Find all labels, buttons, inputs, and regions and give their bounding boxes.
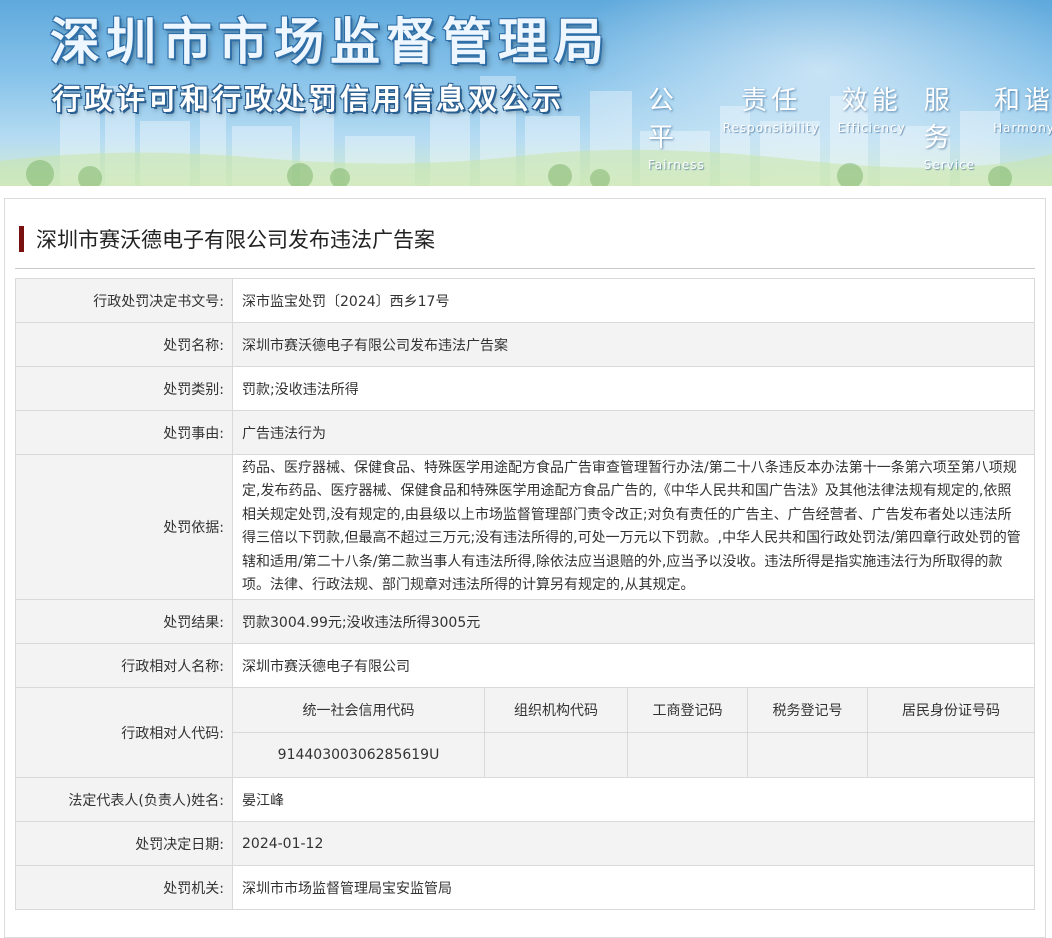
field-label: 处罚事由:	[15, 410, 233, 455]
heading-accent-bar	[19, 226, 24, 252]
banner-slogans: 公平 Fairness 责任 Responsibility 效能 Efficie…	[648, 80, 1052, 172]
divider	[15, 268, 1035, 269]
field-value-basis: 药品、医疗器械、保健食品、特殊医学用途配方食品广告审查管理暂行办法/第二十八条违…	[232, 453, 1035, 601]
table-row: 处罚结果: 罚款3004.99元;没收违法所得3005元	[15, 599, 1035, 645]
field-value: 深圳市赛沃德电子有限公司	[232, 643, 1035, 689]
slogan-item: 责任 Responsibility	[723, 80, 820, 172]
slogan-cn: 公平	[648, 86, 679, 153]
field-value: 深圳市赛沃德电子有限公司发布违法广告案	[232, 322, 1035, 367]
code-value	[484, 732, 628, 778]
table-row: 处罚名称: 深圳市赛沃德电子有限公司发布违法广告案	[15, 322, 1035, 367]
party-code-table: 统一社会信用代码 组织机构代码 工商登记码 税务登记号 居民身份证号码 9144…	[233, 688, 1034, 778]
field-label: 处罚类别:	[15, 366, 233, 411]
code-header-row: 统一社会信用代码 组织机构代码 工商登记码 税务登记号 居民身份证号码	[233, 688, 1034, 734]
field-label: 处罚决定日期:	[15, 821, 233, 867]
slogan-en: Fairness	[648, 158, 705, 172]
slogan-cn: 和谐	[993, 86, 1052, 116]
field-value: 深市监宝处罚〔2024〕西乡17号	[232, 278, 1035, 323]
field-label: 处罚依据:	[15, 453, 233, 601]
code-header: 组织机构代码	[484, 688, 628, 734]
code-value	[747, 732, 868, 778]
slogan-cn: 责任	[741, 86, 802, 116]
slogan-item: 效能 Efficiency	[838, 80, 906, 172]
code-header: 工商登记码	[627, 688, 748, 734]
slogan-item: 和谐 Harmony	[993, 80, 1052, 172]
content-card: 深圳市赛沃德电子有限公司发布违法广告案 行政处罚决定书文号: 深市监宝处罚〔20…	[4, 198, 1046, 938]
field-label: 行政相对人代码:	[15, 687, 233, 779]
slogan-en: Efficiency	[837, 121, 906, 135]
field-value: 晏江峰	[232, 777, 1035, 823]
code-header: 统一社会信用代码	[233, 688, 485, 734]
table-row: 处罚机关: 深圳市市场监督管理局宝安监管局	[15, 865, 1035, 911]
field-value: 罚款3004.99元;没收违法所得3005元	[232, 599, 1035, 645]
slogan-en: Harmony	[993, 121, 1052, 135]
table-row: 处罚依据: 药品、医疗器械、保健食品、特殊医学用途配方食品广告审查管理暂行办法/…	[15, 453, 1035, 601]
slogan-en: Responsibility	[722, 121, 820, 135]
slogan-cn: 服务	[923, 86, 954, 153]
table-row: 行政相对人名称: 深圳市赛沃德电子有限公司	[15, 643, 1035, 689]
party-code-cell: 统一社会信用代码 组织机构代码 工商登记码 税务登记号 居民身份证号码 9144…	[232, 687, 1035, 779]
header-banner: 深圳市市场监督管理局 行政许可和行政处罚信用信息双公示 公平 Fairness …	[0, 0, 1052, 186]
field-value: 罚款;没收违法所得	[232, 366, 1035, 411]
banner-subtitle: 行政许可和行政处罚信用信息双公示	[52, 82, 565, 116]
page-heading: 深圳市赛沃德电子有限公司发布违法广告案	[19, 223, 435, 255]
field-label: 行政处罚决定书文号:	[15, 278, 233, 323]
table-row: 行政处罚决定书文号: 深市监宝处罚〔2024〕西乡17号	[15, 278, 1035, 323]
code-value	[627, 732, 748, 778]
code-value: 91440300306285619U	[233, 732, 485, 778]
table-row: 处罚类别: 罚款;没收违法所得	[15, 366, 1035, 411]
slogan-item: 公平 Fairness	[648, 80, 705, 172]
slogan-item: 服务 Service	[924, 80, 975, 172]
banner-title: 深圳市市场监督管理局	[50, 13, 610, 71]
table-row: 处罚决定日期: 2024-01-12	[15, 821, 1035, 867]
field-value: 广告违法行为	[232, 410, 1035, 455]
code-header: 居民身份证号码	[867, 688, 1034, 734]
slogan-cn: 效能	[841, 86, 902, 116]
field-label: 处罚机关:	[15, 865, 233, 911]
table-row: 法定代表人(负责人)姓名: 晏江峰	[15, 777, 1035, 823]
page-title: 深圳市赛沃德电子有限公司发布违法广告案	[36, 228, 435, 252]
field-value: 深圳市市场监督管理局宝安监管局	[232, 865, 1035, 911]
penalty-info-table: 行政处罚决定书文号: 深市监宝处罚〔2024〕西乡17号 处罚名称: 深圳市赛沃…	[15, 278, 1035, 911]
field-value: 2024-01-12	[232, 821, 1035, 867]
slogan-en: Service	[923, 158, 976, 172]
code-header: 税务登记号	[747, 688, 868, 734]
field-label: 处罚结果:	[15, 599, 233, 645]
table-row: 行政相对人代码: 统一社会信用代码 组织机构代码 工商登记码 税务登记号 居民身…	[15, 687, 1035, 779]
code-value	[867, 732, 1034, 778]
field-label: 处罚名称:	[15, 322, 233, 367]
code-value-row: 91440300306285619U	[233, 732, 1034, 778]
field-label: 行政相对人名称:	[15, 643, 233, 689]
table-row: 处罚事由: 广告违法行为	[15, 410, 1035, 455]
field-label: 法定代表人(负责人)姓名:	[15, 777, 233, 823]
